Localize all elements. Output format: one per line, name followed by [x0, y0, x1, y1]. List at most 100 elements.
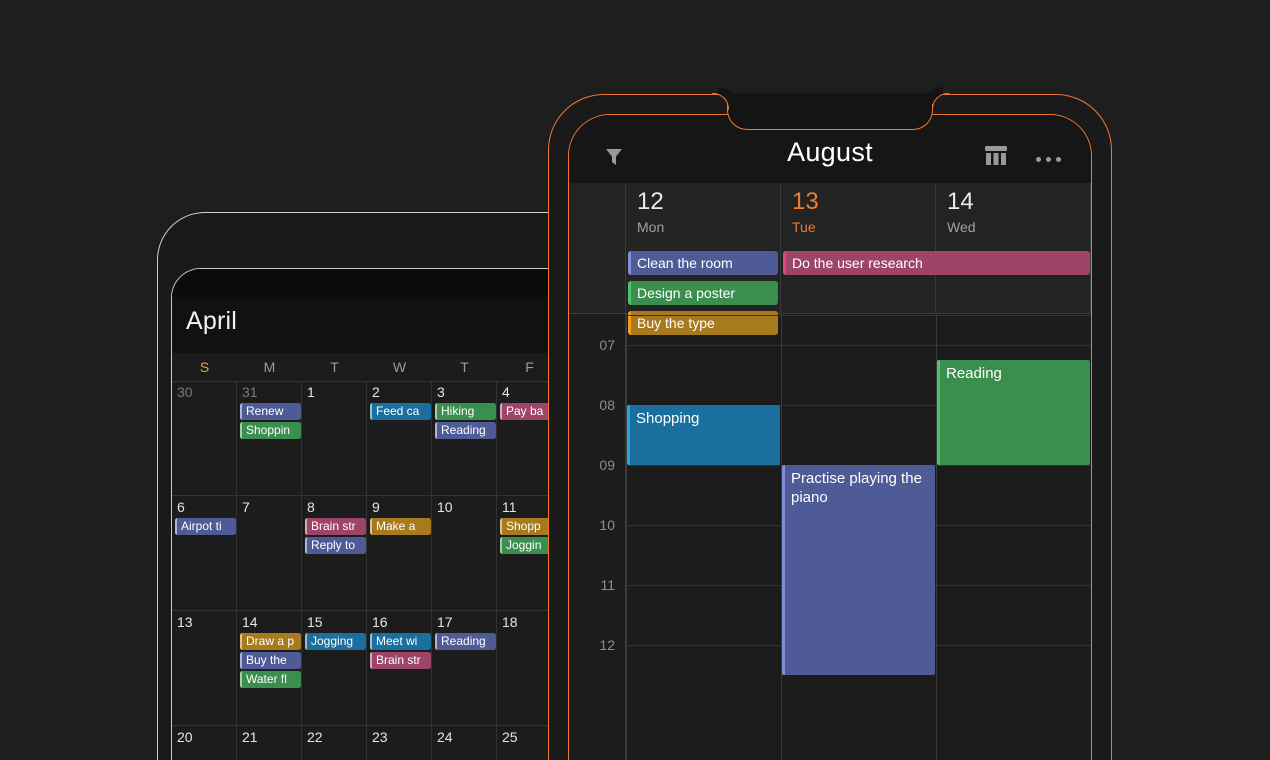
phone-notch — [727, 93, 933, 130]
april-event-chip[interactable]: Brain str — [305, 518, 366, 535]
all-day-event[interactable]: Do the user research — [783, 251, 1090, 275]
weekday-label-4: T — [460, 359, 469, 375]
april-day-number: 15 — [307, 614, 323, 630]
hour-gutter: 07 08 09 10 11 12 — [569, 313, 626, 760]
timeline-event[interactable]: Practise playing the piano — [782, 465, 935, 675]
hour-label-09: 09 — [599, 457, 615, 473]
hour-label-07: 07 — [599, 337, 615, 353]
april-day-number: 21 — [242, 729, 258, 745]
august-day-header-tue[interactable]: 13 Tue — [781, 183, 936, 247]
april-event-chip[interactable]: Reply to — [305, 537, 366, 554]
april-day-number: 1 — [307, 384, 315, 400]
timeline-columns[interactable]: Shopping Practise playing the piano Readin… — [626, 313, 1091, 760]
april-day-cell[interactable]: 15 Jogging — [302, 611, 367, 725]
april-event-chip[interactable]: Brain str — [370, 652, 431, 669]
timeline-event[interactable]: Shopping — [627, 405, 780, 465]
april-day-cell[interactable]: 13 — [172, 611, 237, 725]
april-day-cell[interactable]: 14 Draw a p Buy the Water fl — [237, 611, 302, 725]
april-event-chip[interactable]: Reading — [435, 633, 496, 650]
april-day-number: 10 — [437, 499, 453, 515]
april-day-cell[interactable]: 10 — [432, 496, 497, 610]
april-event-chip[interactable]: Meet wi — [370, 633, 431, 650]
april-day-number: 6 — [177, 499, 185, 515]
all-day-event[interactable]: Design a poster — [628, 281, 778, 305]
front-phone-screen: August 12 Mon 13 Tue 14 Wed Clean the ro… — [568, 114, 1092, 760]
august-day-number: 14 — [947, 188, 974, 215]
august-day-header-wed[interactable]: 14 Wed — [936, 183, 1091, 247]
august-day-header-mon[interactable]: 12 Mon — [626, 183, 781, 247]
april-day-cell[interactable]: 6 Airpot ti — [172, 496, 237, 610]
april-day-number: 8 — [307, 499, 315, 515]
timeline-event[interactable]: Reading — [937, 360, 1090, 465]
weekday-label-3: W — [392, 359, 407, 375]
april-day-cell[interactable]: 31 Renew Shoppin — [237, 381, 302, 495]
april-day-cell[interactable]: 23 — [367, 726, 432, 760]
april-day-cell[interactable]: 1 — [302, 381, 367, 495]
hour-label-10: 10 — [599, 517, 615, 533]
april-day-number: 13 — [177, 614, 193, 630]
april-day-cell[interactable]: 30 — [172, 381, 237, 495]
april-day-number: 9 — [372, 499, 380, 515]
all-day-column-1[interactable]: Do the user research — [781, 247, 1090, 313]
april-day-cell[interactable]: 22 — [302, 726, 367, 760]
april-day-number: 31 — [242, 384, 258, 400]
august-day-number: 13 — [792, 188, 819, 215]
august-all-day-row: Clean the room Design a poster Buy the typ… — [569, 247, 1091, 335]
august-day-header-row: 12 Mon 13 Tue 14 Wed — [569, 183, 1091, 247]
hour-gutter-header — [569, 183, 626, 247]
april-day-number: 17 — [437, 614, 453, 630]
hour-label-11: 11 — [600, 577, 615, 593]
april-day-cell[interactable]: 9 Make a — [367, 496, 432, 610]
april-day-cell[interactable]: 8 Brain str Reply to — [302, 496, 367, 610]
hour-gridline — [626, 315, 1091, 316]
april-event-chip[interactable]: Renew — [240, 403, 301, 420]
all-day-gutter — [569, 247, 626, 313]
hour-label-12: 12 — [599, 637, 615, 653]
april-day-cell[interactable]: 20 — [172, 726, 237, 760]
april-day-cell[interactable]: 24 — [432, 726, 497, 760]
april-event-chip[interactable]: Feed ca — [370, 403, 431, 420]
all-day-event[interactable]: Clean the room — [628, 251, 778, 275]
more-options-icon[interactable] — [1036, 157, 1061, 162]
screenshot-stage: April 7 SMTWTF 3031RenewShoppin12Feed ca… — [0, 0, 1270, 760]
april-day-number: 23 — [372, 729, 388, 745]
april-event-chip[interactable]: Airpot ti — [175, 518, 236, 535]
column-view-icon[interactable] — [984, 145, 1008, 172]
april-day-number: 7 — [242, 499, 250, 515]
april-month-title: April — [186, 307, 238, 335]
august-day-number: 12 — [637, 188, 664, 215]
april-event-chip[interactable]: Buy the — [240, 652, 301, 669]
hour-label-08: 08 — [599, 397, 615, 413]
april-day-cell[interactable]: 2 Feed ca — [367, 381, 432, 495]
april-day-number: 30 — [177, 384, 193, 400]
hour-gridline — [626, 345, 1091, 346]
april-day-number: 3 — [437, 384, 445, 400]
april-day-number: 22 — [307, 729, 323, 745]
august-month-title: August — [787, 137, 873, 167]
april-event-chip[interactable]: Make a — [370, 518, 431, 535]
weekday-label-2: T — [330, 359, 339, 375]
april-day-cell[interactable]: 16 Meet wi Brain str — [367, 611, 432, 725]
column-divider — [626, 313, 627, 760]
weekday-label-0: S — [199, 359, 210, 375]
august-day-name: Wed — [947, 219, 976, 235]
april-day-cell[interactable]: 3 Hiking Reading — [432, 381, 497, 495]
april-day-cell[interactable]: 21 — [237, 726, 302, 760]
august-day-name: Tue — [792, 219, 816, 235]
april-event-chip[interactable]: Water fl — [240, 671, 301, 688]
april-day-cell[interactable]: 17 Reading — [432, 611, 497, 725]
april-event-chip[interactable]: Shoppin — [240, 422, 301, 439]
april-day-number: 20 — [177, 729, 193, 745]
weekday-label-1: M — [263, 359, 276, 375]
april-event-chip[interactable]: Reading — [435, 422, 496, 439]
april-day-number: 16 — [372, 614, 388, 630]
august-day-name: Mon — [637, 219, 665, 235]
april-event-chip[interactable]: Jogging — [305, 633, 366, 650]
all-day-column-0[interactable]: Clean the room Design a poster Buy the typ… — [626, 247, 781, 335]
april-day-number: 24 — [437, 729, 453, 745]
august-timeline[interactable]: 07 08 09 10 11 12 Shopping Practise playing th… — [569, 313, 1091, 760]
april-day-cell[interactable]: 7 — [237, 496, 302, 610]
april-event-chip[interactable]: Hiking — [435, 403, 496, 420]
april-day-number: 14 — [242, 614, 258, 630]
april-event-chip[interactable]: Draw a p — [240, 633, 301, 650]
